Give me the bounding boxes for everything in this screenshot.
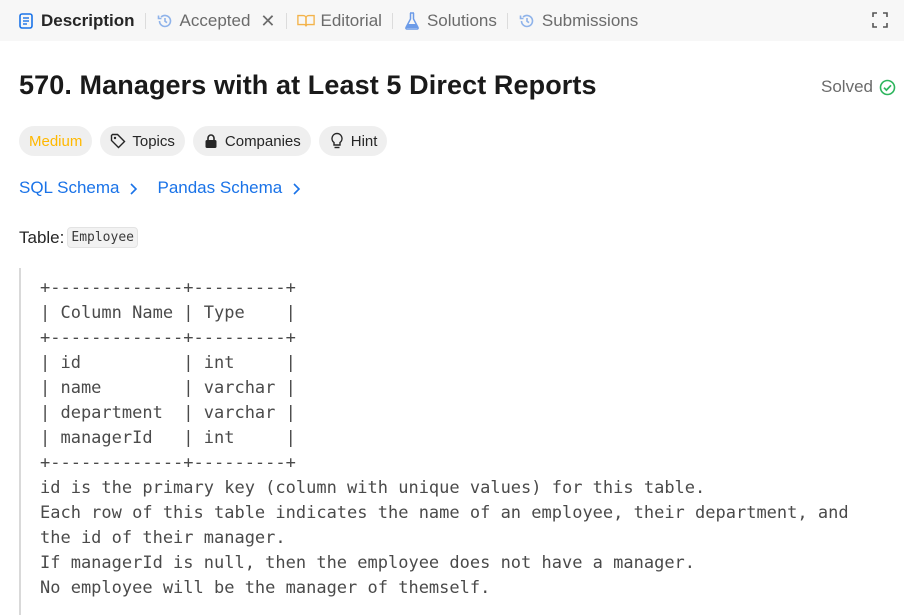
expand-icon[interactable] <box>870 10 890 30</box>
tab-submissions[interactable]: Submissions <box>518 0 638 41</box>
history-icon <box>518 12 536 30</box>
tab-divider <box>506 12 508 29</box>
topics-label: Topics <box>132 132 175 150</box>
pandas-schema-link[interactable]: Pandas Schema <box>157 178 302 198</box>
topics-button[interactable]: Topics <box>100 126 185 156</box>
book-icon <box>296 12 315 30</box>
tab-accepted-label: Accepted <box>179 10 251 30</box>
schema-line: No employee will be the manager of thems… <box>40 578 491 598</box>
chevron-right-icon <box>292 181 302 195</box>
tab-editorial[interactable]: Editorial <box>296 0 382 41</box>
tab-accepted[interactable]: Accepted ✕ <box>156 0 276 41</box>
tab-divider <box>144 12 146 29</box>
schema-line: | id | int | <box>40 353 296 373</box>
tab-divider <box>285 12 287 29</box>
table-prefix: Table: <box>19 227 65 247</box>
schema-line: id is the primary key (column with uniqu… <box>40 478 706 498</box>
difficulty-badge: Medium <box>19 126 93 156</box>
sql-schema-label: SQL Schema <box>19 178 120 197</box>
tab-editorial-label: Editorial <box>320 10 382 30</box>
schema-line: | Column Name | Type | <box>40 303 296 323</box>
solved-label: Solved <box>821 77 873 96</box>
table-name-code: Employee <box>67 227 138 248</box>
solved-status: Solved <box>821 77 896 97</box>
sql-schema-link[interactable]: SQL Schema <box>19 178 139 198</box>
tag-icon <box>110 133 126 149</box>
document-icon <box>17 12 35 30</box>
check-circle-icon <box>879 79 896 96</box>
schema-line: the id of their manager. <box>40 528 286 548</box>
schema-line: | department | varchar | <box>40 403 296 423</box>
schema-line: | managerId | int | <box>40 428 296 448</box>
lock-icon <box>203 133 219 149</box>
hint-button[interactable]: Hint <box>318 126 388 156</box>
schema-line: | name | varchar | <box>40 378 296 398</box>
schema-line: +-------------+---------+ <box>40 278 296 298</box>
problem-tab-bar: Description Accepted ✕ Editorial Solutio… <box>0 0 904 41</box>
tab-submissions-label: Submissions <box>541 10 639 30</box>
tab-solutions-label: Solutions <box>426 10 497 30</box>
schema-line: +-------------+---------+ <box>40 453 296 473</box>
schema-links: SQL Schema Pandas Schema <box>19 178 302 198</box>
companies-button[interactable]: Companies <box>192 126 311 156</box>
schema-line: +-------------+---------+ <box>40 328 296 348</box>
hint-label: Hint <box>350 132 378 150</box>
tab-divider <box>391 12 393 29</box>
close-icon[interactable]: ✕ <box>260 12 275 30</box>
problem-title: 570. Managers with at Least 5 Direct Rep… <box>19 70 597 100</box>
flask-icon <box>403 11 421 30</box>
companies-label: Companies <box>224 132 301 150</box>
tab-solutions[interactable]: Solutions <box>403 0 497 41</box>
tab-description-label: Description <box>41 10 135 30</box>
chevron-right-icon <box>129 181 139 195</box>
schema-code-block: +-------------+---------+ | Column Name |… <box>19 268 904 615</box>
table-reference: Table: Employee <box>19 227 138 248</box>
pandas-schema-label: Pandas Schema <box>157 178 283 197</box>
schema-line: Each row of this table indicates the nam… <box>40 503 849 523</box>
schema-line: If managerId is null, then the employee … <box>40 553 696 573</box>
tab-description[interactable]: Description <box>17 0 135 41</box>
problem-tags: Medium Topics Companies Hint <box>19 126 388 156</box>
lightbulb-icon <box>329 132 345 149</box>
history-icon <box>156 12 174 30</box>
schema-pre: +-------------+---------+ | Column Name |… <box>21 268 904 601</box>
